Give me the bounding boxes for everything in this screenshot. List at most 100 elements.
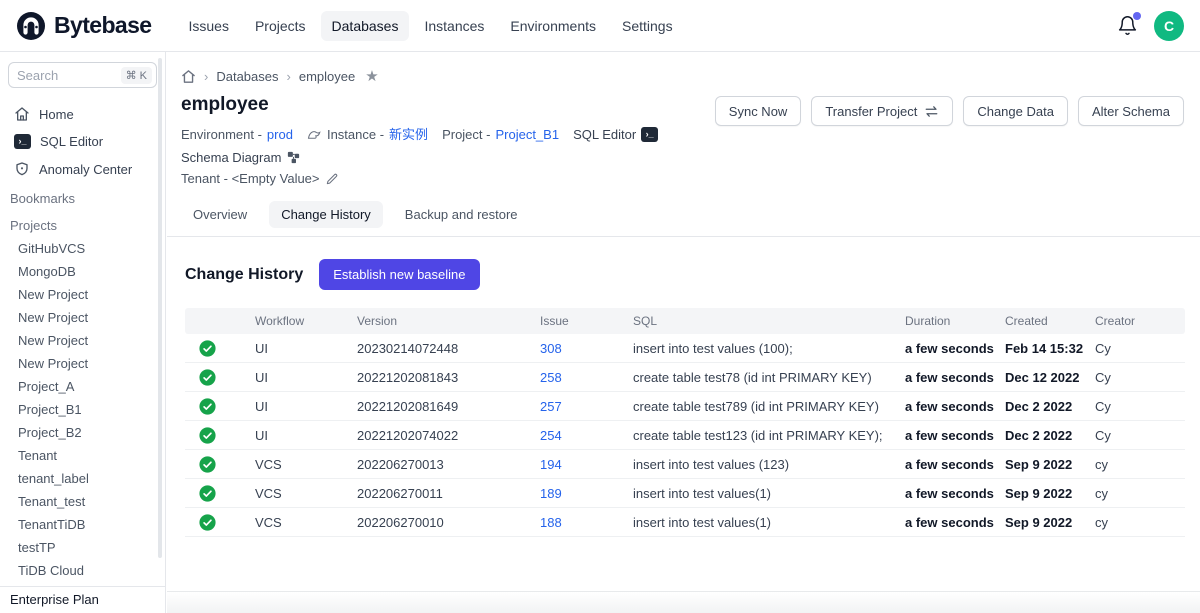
sidebar-project-item[interactable]: Tenant_test <box>0 490 165 513</box>
column-created: Created <box>1005 314 1095 328</box>
issue-link[interactable]: 194 <box>540 457 633 472</box>
table-row[interactable]: VCS 202206270010 188 insert into test va… <box>185 508 1185 537</box>
tab[interactable]: Overview <box>181 201 259 228</box>
search-shortcut-badge: ⌘ K <box>121 67 152 84</box>
workflow-cell: UI <box>255 399 357 414</box>
terminal-icon: ›_ <box>14 134 31 149</box>
workflow-cell: UI <box>255 341 357 356</box>
search-box[interactable]: ⌘ K <box>8 62 157 88</box>
issue-link[interactable]: 254 <box>540 428 633 443</box>
project-link[interactable]: Project_B1 <box>495 124 559 145</box>
sidebar-project-item[interactable]: tenant_label <box>0 467 165 490</box>
sidebar-section-projects[interactable]: Projects <box>0 210 165 237</box>
tab[interactable]: Backup and restore <box>393 201 530 228</box>
table-row[interactable]: VCS 202206270011 189 insert into test va… <box>185 479 1185 508</box>
sql-cell: create table test789 (id int PRIMARY KEY… <box>633 399 905 414</box>
sidebar-project-item[interactable]: Tenant <box>0 444 165 467</box>
creator-cell: Cy <box>1095 428 1185 443</box>
tab-bar: Overview Change History Backup and restore <box>167 191 1200 237</box>
sidebar-item-sql-editor[interactable]: ›_ SQL Editor <box>0 128 165 155</box>
sidebar-project-item[interactable]: TiDB Cloud <box>0 559 165 582</box>
transfer-project-button[interactable]: Transfer Project <box>811 96 953 126</box>
table-row[interactable]: UI 20221202081843 258 create table test7… <box>185 363 1185 392</box>
table-row[interactable]: VCS 202206270013 194 insert into test va… <box>185 450 1185 479</box>
success-check-icon <box>199 340 216 357</box>
bottom-edge <box>167 591 1200 613</box>
breadcrumb-employee[interactable]: employee <box>299 69 355 84</box>
instance-link[interactable]: 新实例 <box>389 124 428 145</box>
sidebar-section-bookmarks[interactable]: Bookmarks <box>0 183 165 210</box>
environment-link[interactable]: prod <box>267 124 293 145</box>
success-check-icon <box>199 427 216 444</box>
status-cell <box>185 456 255 473</box>
mysql-instance-icon <box>307 128 322 141</box>
schema-diagram-link[interactable]: Schema Diagram <box>181 147 301 168</box>
sidebar-project-item[interactable]: New Project <box>0 329 165 352</box>
status-cell <box>185 340 255 357</box>
table-row[interactable]: UI 20221202081649 257 create table test7… <box>185 392 1185 421</box>
table-row[interactable]: UI 20230214072448 308 insert into test v… <box>185 334 1185 363</box>
sync-now-button[interactable]: Sync Now <box>715 96 802 126</box>
nav-item[interactable]: Projects <box>244 11 317 41</box>
nav-item[interactable]: Environments <box>499 11 607 41</box>
column-version: Version <box>357 314 540 328</box>
favorite-star-icon[interactable]: ★ <box>365 67 378 85</box>
creator-cell: cy <box>1095 515 1185 530</box>
sidebar-project-item[interactable]: GitHubVCS <box>0 237 165 260</box>
sidebar-project-item[interactable]: MongoDB <box>0 260 165 283</box>
status-cell <box>185 485 255 502</box>
nav-item[interactable]: Instances <box>413 11 495 41</box>
page-title: employee <box>181 94 715 116</box>
tab[interactable]: Change History <box>269 201 383 228</box>
creator-cell: Cy <box>1095 370 1185 385</box>
issue-link[interactable]: 258 <box>540 370 633 385</box>
column-duration: Duration <box>905 314 1005 328</box>
issue-link[interactable]: 188 <box>540 515 633 530</box>
alter-schema-button[interactable]: Alter Schema <box>1078 96 1184 126</box>
issue-link[interactable]: 308 <box>540 341 633 356</box>
sidebar-project-item[interactable]: Project_A <box>0 375 165 398</box>
sidebar-project-item[interactable]: Project_B2 <box>0 421 165 444</box>
breadcrumb-databases[interactable]: Databases <box>216 69 278 84</box>
table-header-row: Workflow Version Issue SQL Duration Crea… <box>185 308 1185 334</box>
sql-cell: insert into test values(1) <box>633 515 905 530</box>
notifications-button[interactable] <box>1117 15 1138 36</box>
issue-link[interactable]: 189 <box>540 486 633 501</box>
sidebar-project-item[interactable]: New Project <box>0 352 165 375</box>
nav-item[interactable]: Databases <box>321 11 410 41</box>
chevron-right-icon: › <box>287 69 291 84</box>
bytebase-logo[interactable]: Bytebase <box>16 11 151 41</box>
issue-link[interactable]: 257 <box>540 399 633 414</box>
change-data-button[interactable]: Change Data <box>963 96 1068 126</box>
sidebar-project-item[interactable]: New Project <box>0 283 165 306</box>
creator-cell: Cy <box>1095 399 1185 414</box>
table-row[interactable]: UI 20221202074022 254 create table test1… <box>185 421 1185 450</box>
sidebar-project-item[interactable]: testTP <box>0 536 165 559</box>
sidebar-project-item[interactable]: Project_B1 <box>0 398 165 421</box>
section-title: Change History <box>185 266 303 284</box>
version-cell: 20221202074022 <box>357 428 540 443</box>
sidebar-project-item[interactable]: New Project <box>0 306 165 329</box>
workflow-cell: VCS <box>255 486 357 501</box>
search-input[interactable] <box>17 68 121 83</box>
sidebar-item-anomaly-center[interactable]: Anomaly Center <box>0 155 165 183</box>
sql-cell: create table test123 (id int PRIMARY KEY… <box>633 428 905 443</box>
sql-editor-link[interactable]: SQL Editor ›_ <box>573 124 658 145</box>
breadcrumb: › Databases › employee ★ <box>167 52 1200 85</box>
home-icon[interactable] <box>181 69 196 84</box>
edit-pencil-icon[interactable] <box>325 172 339 186</box>
duration-cell: a few seconds <box>905 515 1005 530</box>
sidebar-item-home[interactable]: Home <box>0 100 165 128</box>
workflow-cell: UI <box>255 428 357 443</box>
created-cell: Dec 2 2022 <box>1005 399 1095 414</box>
nav-item[interactable]: Settings <box>611 11 684 41</box>
home-icon <box>14 106 30 122</box>
nav-item[interactable]: Issues <box>177 11 239 41</box>
creator-cell: cy <box>1095 486 1185 501</box>
establish-baseline-button[interactable]: Establish new baseline <box>319 259 479 290</box>
sidebar-project-item[interactable]: TenantTiDB <box>0 513 165 536</box>
avatar[interactable]: C <box>1154 11 1184 41</box>
column-creator: Creator <box>1095 314 1185 328</box>
sql-cell: insert into test values (100); <box>633 341 905 356</box>
sidebar-scrollbar[interactable] <box>158 58 162 558</box>
